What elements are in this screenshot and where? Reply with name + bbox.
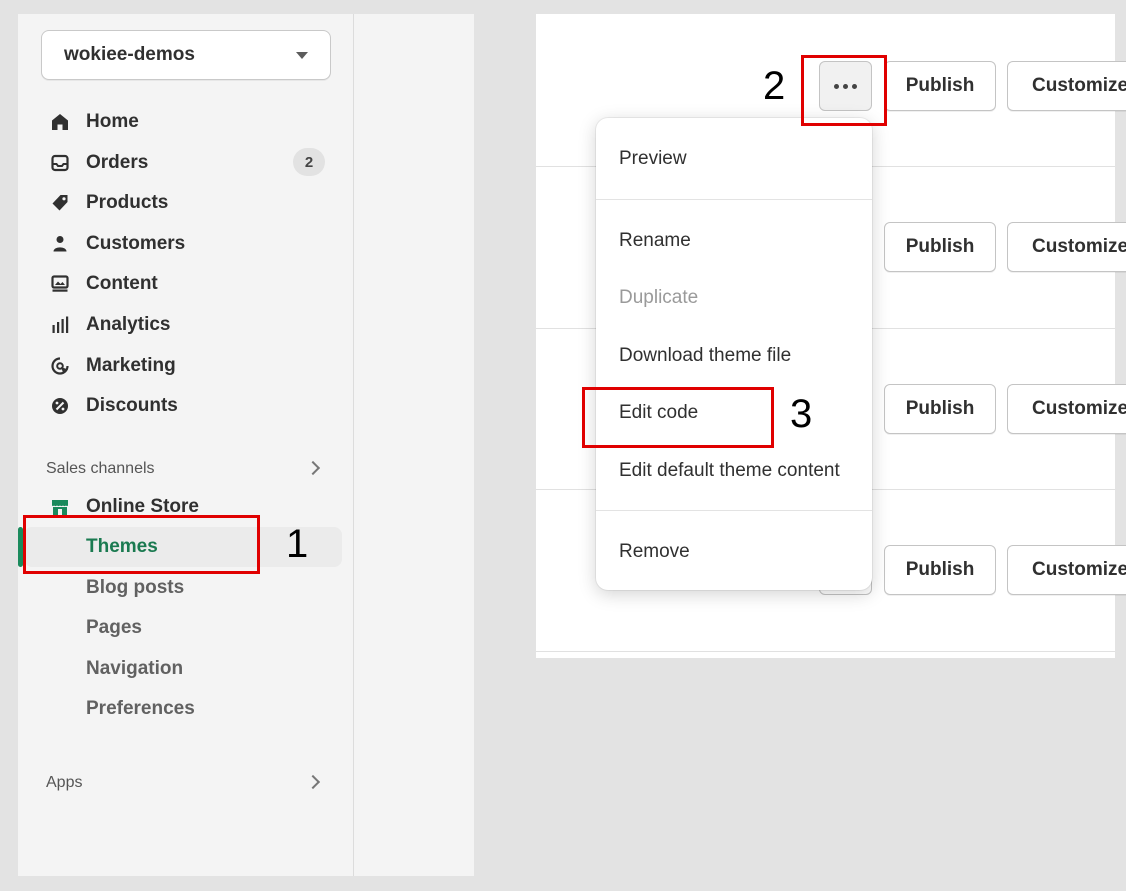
sidebar-item-label: Analytics <box>86 314 171 335</box>
annotation-box-more-actions <box>801 55 887 126</box>
menu-item-rename[interactable]: Rename <box>619 227 691 255</box>
sidebar-divider <box>353 14 354 876</box>
menu-divider <box>596 510 872 511</box>
publish-button[interactable]: Publish <box>884 222 996 272</box>
home-icon <box>48 110 72 134</box>
sidebar-item-label: Marketing <box>86 355 176 376</box>
tag-icon <box>48 191 72 215</box>
menu-item-duplicate[interactable]: Duplicate <box>619 284 698 312</box>
publish-button[interactable]: Publish <box>884 61 996 111</box>
sidebar-subitem-navigation[interactable]: Navigation <box>86 654 183 684</box>
sidebar-item-customers[interactable]: Customers <box>48 228 185 260</box>
menu-item-edit-default-theme-content[interactable]: Edit default theme content <box>619 457 840 485</box>
customize-button[interactable]: Customize <box>1007 61 1126 111</box>
annotation-number-2: 2 <box>763 64 786 108</box>
sidebar-subitem-blog-posts[interactable]: Blog posts <box>86 573 184 603</box>
sidebar-subitem-pages[interactable]: Pages <box>86 613 142 643</box>
sidebar-subitem-preferences[interactable]: Preferences <box>86 694 195 724</box>
sidebar-item-discounts[interactable]: Discounts <box>48 390 178 422</box>
menu-divider <box>596 199 872 200</box>
sales-channels-label: Sales channels <box>46 460 155 477</box>
orders-icon <box>48 151 72 175</box>
person-icon <box>48 232 72 256</box>
annotation-number-3: 3 <box>790 392 813 436</box>
orders-count-badge: 2 <box>293 148 325 176</box>
sidebar-item-label: Products <box>86 192 169 213</box>
theme-actions-menu: Preview Rename Duplicate Download theme … <box>596 118 872 590</box>
store-selector[interactable]: wokiee-demos <box>41 30 331 80</box>
sidebar-item-products[interactable]: Products <box>48 187 168 219</box>
discount-icon <box>48 394 72 418</box>
analytics-icon <box>48 313 72 337</box>
store-name: wokiee-demos <box>64 44 195 65</box>
customize-button[interactable]: Customize <box>1007 545 1126 595</box>
sidebar-item-label: Discounts <box>86 395 178 416</box>
sidebar-item-orders[interactable]: Orders <box>48 147 148 179</box>
publish-button[interactable]: Publish <box>884 384 996 434</box>
annotation-box-edit-code <box>582 387 774 448</box>
sidebar-item-label: Home <box>86 111 139 132</box>
sidebar-item-label: Orders <box>86 152 149 173</box>
menu-item-download-theme-file[interactable]: Download theme file <box>619 342 791 370</box>
apps-label: Apps <box>46 774 83 791</box>
sidebar-item-marketing[interactable]: Marketing <box>48 350 176 382</box>
sidebar-panel <box>18 14 474 876</box>
annotation-number-1: 1 <box>286 522 309 566</box>
caret-down-icon <box>296 51 308 59</box>
sidebar-item-home[interactable]: Home <box>48 106 139 138</box>
sidebar-item-label: Content <box>86 273 158 294</box>
row-divider <box>536 651 1115 652</box>
marketing-icon <box>48 354 72 378</box>
content-icon <box>48 272 72 296</box>
menu-item-remove[interactable]: Remove <box>619 538 690 566</box>
customize-button[interactable]: Customize <box>1007 384 1126 434</box>
menu-item-preview[interactable]: Preview <box>619 145 687 173</box>
sidebar-item-analytics[interactable]: Analytics <box>48 309 170 341</box>
sidebar-item-content[interactable]: Content <box>48 268 158 300</box>
sidebar-item-label: Customers <box>86 233 186 254</box>
customize-button[interactable]: Customize <box>1007 222 1126 272</box>
annotation-box-themes <box>23 515 260 574</box>
publish-button[interactable]: Publish <box>884 545 996 595</box>
